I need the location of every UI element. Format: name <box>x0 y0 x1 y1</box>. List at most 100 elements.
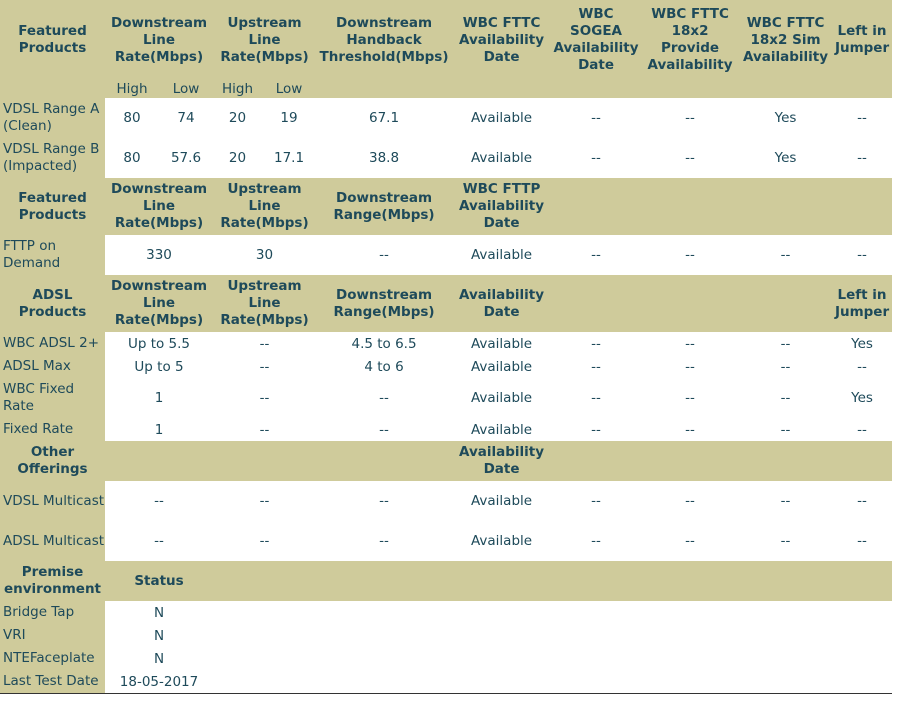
cell: Available <box>452 98 552 138</box>
cell: 80 <box>105 98 159 138</box>
table-row: NTEFaceplate N <box>0 647 893 670</box>
cell: -- <box>316 481 453 521</box>
fttp-header-date: WBC FTTP Availability Date <box>452 178 552 235</box>
row-label: Bridge Tap <box>0 601 105 624</box>
cell: Yes <box>739 98 833 138</box>
table-row: VRI N <box>0 624 893 647</box>
fttp-header-product: Featured Products <box>0 178 105 235</box>
vdsl-header-row: Featured Products Downstream Line Rate(M… <box>0 0 893 80</box>
fttp-header-downstream: Downstream Line Rate(Mbps) <box>105 178 214 235</box>
row-label: ADSL Max <box>0 355 105 378</box>
row-label: VDSL Multicast <box>0 481 105 521</box>
cell: -- <box>641 138 740 178</box>
cell: -- <box>739 418 833 441</box>
cell: -- <box>213 355 317 378</box>
cell: Available <box>452 418 552 441</box>
cell: Available <box>452 138 552 178</box>
vdsl-header-18x2-provide: WBC FTTC 18x2 Provide Availability <box>641 0 740 80</box>
cell: Available <box>452 378 552 418</box>
cell: 38.8 <box>316 138 453 178</box>
cell: 67.1 <box>316 98 453 138</box>
upstream-low-label: Low <box>262 80 317 98</box>
adsl-header-product: ADSL Products <box>0 275 105 332</box>
cell: 1 <box>105 378 214 418</box>
cell: -- <box>213 332 317 355</box>
cell: -- <box>551 355 642 378</box>
row-label: NTEFaceplate <box>0 647 105 670</box>
cell: -- <box>832 98 893 138</box>
adsl-header-upstream: Upstream Line Rate(Mbps) <box>213 275 317 332</box>
table-row: VDSL Range B (Impacted) 80 57.6 20 17.1 … <box>0 138 893 178</box>
cell: -- <box>739 332 833 355</box>
cell: Available <box>452 235 552 275</box>
vdsl-header-sogea-date: WBC SOGEA Availability Date <box>551 0 642 80</box>
cell: Yes <box>739 138 833 178</box>
cell: 20 <box>213 138 263 178</box>
row-label: Fixed Rate <box>0 418 105 441</box>
table-row: FTTP on Demand 330 30 -- Available -- --… <box>0 235 893 275</box>
fttp-header-range: Downstream Range(Mbps) <box>316 178 453 235</box>
vdsl-subheader-row: High Low High Low <box>0 80 893 98</box>
premise-header-status: Status <box>105 561 214 601</box>
premise-header-label: Premise environment <box>0 561 105 601</box>
cell: -- <box>832 138 893 178</box>
adsl-header-left-in-jumper: Left in Jumper <box>832 275 893 332</box>
row-label: VDSL Range A (Clean) <box>0 98 105 138</box>
downstream-high-label: High <box>105 80 159 98</box>
vdsl-header-upstream: Upstream Line Rate(Mbps) <box>213 0 317 80</box>
cell: 57.6 <box>159 138 214 178</box>
adsl-header-date: Availability Date <box>452 275 552 332</box>
cell: -- <box>213 481 317 521</box>
cell: -- <box>832 481 893 521</box>
cell: -- <box>739 378 833 418</box>
cell: -- <box>551 98 642 138</box>
table-row: Bridge Tap N <box>0 601 893 624</box>
cell: 30 <box>213 235 317 275</box>
cell: -- <box>641 332 740 355</box>
status-value: N <box>105 624 214 647</box>
vdsl-header-handback: Downstream Handback Threshold(Mbps) <box>316 0 453 80</box>
cell: -- <box>551 521 642 561</box>
downstream-low-label: Low <box>159 80 214 98</box>
cell: Up to 5 <box>105 355 214 378</box>
cell: -- <box>832 521 893 561</box>
cell: -- <box>551 418 642 441</box>
cell: -- <box>551 481 642 521</box>
cell: 4.5 to 6.5 <box>316 332 453 355</box>
adsl-header-row: ADSL Products Downstream Line Rate(Mbps)… <box>0 275 893 332</box>
table-row: ADSL Multicast -- -- -- Available -- -- … <box>0 521 893 561</box>
cell: Yes <box>832 332 893 355</box>
row-label: VRI <box>0 624 105 647</box>
cell: -- <box>551 332 642 355</box>
cell: -- <box>213 521 317 561</box>
cell: 19 <box>262 98 317 138</box>
vdsl-header-fttc-date: WBC FTTC Availability Date <box>452 0 552 80</box>
vdsl-header-downstream: Downstream Line Rate(Mbps) <box>105 0 214 80</box>
vdsl-header-left-in-jumper: Left in Jumper <box>832 0 893 80</box>
cell: -- <box>551 138 642 178</box>
row-label: WBC ADSL 2+ <box>0 332 105 355</box>
table-row: Last Test Date 18-05-2017 <box>0 670 893 693</box>
cell: 4 to 6 <box>316 355 453 378</box>
cell: -- <box>641 481 740 521</box>
cell: -- <box>551 378 642 418</box>
table-row: ADSL Max Up to 5 -- 4 to 6 Available -- … <box>0 355 893 378</box>
cell: -- <box>641 235 740 275</box>
adsl-header-range: Downstream Range(Mbps) <box>316 275 453 332</box>
table-row: WBC Fixed Rate 1 -- -- Available -- -- -… <box>0 378 893 418</box>
line-availability-table: Featured Products Downstream Line Rate(M… <box>0 0 893 693</box>
cell: -- <box>739 355 833 378</box>
status-value: N <box>105 647 214 670</box>
cell: -- <box>316 418 453 441</box>
table-row: VDSL Multicast -- -- -- Available -- -- … <box>0 481 893 521</box>
cell: -- <box>641 355 740 378</box>
cell: -- <box>213 378 317 418</box>
other-header-date: Availability Date <box>452 441 552 481</box>
cell: -- <box>551 235 642 275</box>
other-header-row: Other Offerings Availability Date <box>0 441 893 481</box>
cell: -- <box>105 481 214 521</box>
cell: -- <box>316 235 453 275</box>
fttp-header-upstream: Upstream Line Rate(Mbps) <box>213 178 317 235</box>
vdsl-header-18x2-sim: WBC FTTC 18x2 Sim Availability <box>739 0 833 80</box>
cell: Up to 5.5 <box>105 332 214 355</box>
